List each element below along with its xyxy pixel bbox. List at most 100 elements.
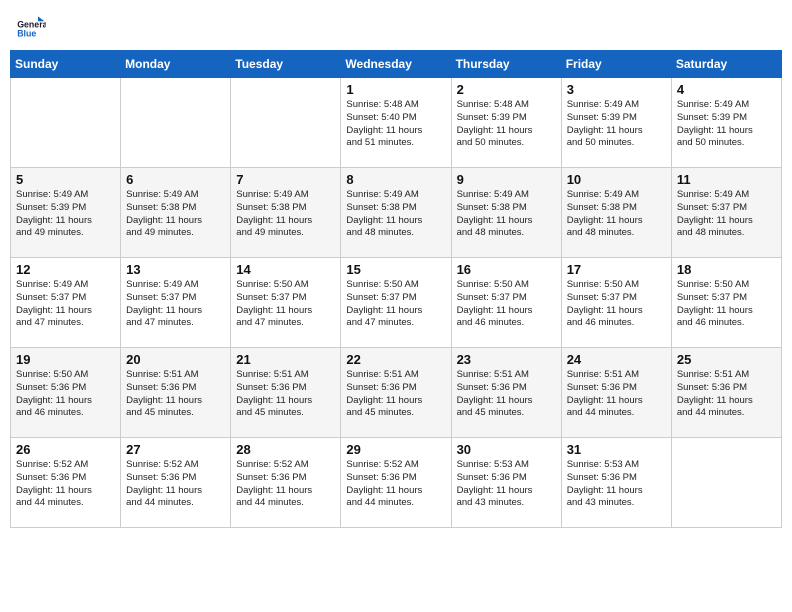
calendar-cell: 3 Sunrise: 5:49 AMSunset: 5:39 PMDaylight… bbox=[561, 78, 671, 168]
svg-text:Blue: Blue bbox=[17, 28, 36, 38]
day-info: Sunrise: 5:49 AMSunset: 5:39 PMDaylight:… bbox=[677, 99, 776, 150]
day-info: Sunrise: 5:49 AMSunset: 5:37 PMDaylight:… bbox=[677, 189, 776, 240]
day-info: Sunrise: 5:50 AMSunset: 5:37 PMDaylight:… bbox=[457, 279, 556, 330]
day-number: 28 bbox=[236, 442, 335, 457]
day-number: 26 bbox=[16, 442, 115, 457]
day-info: Sunrise: 5:50 AMSunset: 5:37 PMDaylight:… bbox=[346, 279, 445, 330]
day-number: 20 bbox=[126, 352, 225, 367]
day-number: 15 bbox=[346, 262, 445, 277]
calendar-cell: 23 Sunrise: 5:51 AMSunset: 5:36 PMDayligh… bbox=[451, 348, 561, 438]
calendar: SundayMondayTuesdayWednesdayThursdayFrid… bbox=[10, 50, 782, 528]
weekday-header: Wednesday bbox=[341, 51, 451, 78]
calendar-cell: 1 Sunrise: 5:48 AMSunset: 5:40 PMDaylight… bbox=[341, 78, 451, 168]
calendar-week-row: 26 Sunrise: 5:52 AMSunset: 5:36 PMDayligh… bbox=[11, 438, 782, 528]
day-info: Sunrise: 5:48 AMSunset: 5:40 PMDaylight:… bbox=[346, 99, 445, 150]
calendar-cell: 28 Sunrise: 5:52 AMSunset: 5:36 PMDayligh… bbox=[231, 438, 341, 528]
calendar-cell: 21 Sunrise: 5:51 AMSunset: 5:36 PMDayligh… bbox=[231, 348, 341, 438]
day-info: Sunrise: 5:51 AMSunset: 5:36 PMDaylight:… bbox=[236, 369, 335, 420]
calendar-cell: 30 Sunrise: 5:53 AMSunset: 5:36 PMDayligh… bbox=[451, 438, 561, 528]
day-number: 21 bbox=[236, 352, 335, 367]
day-info: Sunrise: 5:52 AMSunset: 5:36 PMDaylight:… bbox=[126, 459, 225, 510]
day-number: 22 bbox=[346, 352, 445, 367]
day-info: Sunrise: 5:53 AMSunset: 5:36 PMDaylight:… bbox=[567, 459, 666, 510]
day-number: 6 bbox=[126, 172, 225, 187]
day-info: Sunrise: 5:52 AMSunset: 5:36 PMDaylight:… bbox=[346, 459, 445, 510]
day-number: 30 bbox=[457, 442, 556, 457]
day-number: 31 bbox=[567, 442, 666, 457]
day-info: Sunrise: 5:49 AMSunset: 5:38 PMDaylight:… bbox=[457, 189, 556, 240]
day-info: Sunrise: 5:49 AMSunset: 5:38 PMDaylight:… bbox=[567, 189, 666, 240]
calendar-cell: 19 Sunrise: 5:50 AMSunset: 5:36 PMDayligh… bbox=[11, 348, 121, 438]
calendar-week-row: 5Sunrise: 5:49 AMSunset: 5:39 PMDaylight… bbox=[11, 168, 782, 258]
calendar-cell: 27 Sunrise: 5:52 AMSunset: 5:36 PMDayligh… bbox=[121, 438, 231, 528]
day-info: Sunrise: 5:52 AMSunset: 5:36 PMDaylight:… bbox=[236, 459, 335, 510]
day-number: 16 bbox=[457, 262, 556, 277]
weekday-header: Tuesday bbox=[231, 51, 341, 78]
calendar-cell bbox=[671, 438, 781, 528]
calendar-cell: 8Sunrise: 5:49 AMSunset: 5:38 PMDaylight… bbox=[341, 168, 451, 258]
day-info: Sunrise: 5:49 AMSunset: 5:38 PMDaylight:… bbox=[346, 189, 445, 240]
day-number: 3 bbox=[567, 82, 666, 97]
calendar-cell: 4 Sunrise: 5:49 AMSunset: 5:39 PMDaylight… bbox=[671, 78, 781, 168]
calendar-cell: 18 Sunrise: 5:50 AMSunset: 5:37 PMDayligh… bbox=[671, 258, 781, 348]
calendar-cell bbox=[121, 78, 231, 168]
day-info: Sunrise: 5:51 AMSunset: 5:36 PMDaylight:… bbox=[126, 369, 225, 420]
day-number: 1 bbox=[346, 82, 445, 97]
day-info: Sunrise: 5:49 AMSunset: 5:37 PMDaylight:… bbox=[126, 279, 225, 330]
calendar-cell: 29Sunrise: 5:52 AMSunset: 5:36 PMDayligh… bbox=[341, 438, 451, 528]
calendar-cell: 26Sunrise: 5:52 AMSunset: 5:36 PMDayligh… bbox=[11, 438, 121, 528]
day-number: 10 bbox=[567, 172, 666, 187]
weekday-header: Sunday bbox=[11, 51, 121, 78]
day-number: 9 bbox=[457, 172, 556, 187]
calendar-cell bbox=[11, 78, 121, 168]
calendar-cell: 20 Sunrise: 5:51 AMSunset: 5:36 PMDayligh… bbox=[121, 348, 231, 438]
day-number: 27 bbox=[126, 442, 225, 457]
calendar-cell: 2 Sunrise: 5:48 AMSunset: 5:39 PMDaylight… bbox=[451, 78, 561, 168]
calendar-cell bbox=[231, 78, 341, 168]
day-number: 2 bbox=[457, 82, 556, 97]
day-info: Sunrise: 5:50 AMSunset: 5:37 PMDaylight:… bbox=[236, 279, 335, 330]
weekday-header: Thursday bbox=[451, 51, 561, 78]
day-info: Sunrise: 5:51 AMSunset: 5:36 PMDaylight:… bbox=[346, 369, 445, 420]
day-info: Sunrise: 5:50 AMSunset: 5:37 PMDaylight:… bbox=[567, 279, 666, 330]
day-number: 11 bbox=[677, 172, 776, 187]
day-number: 7 bbox=[236, 172, 335, 187]
day-info: Sunrise: 5:49 AMSunset: 5:39 PMDaylight:… bbox=[567, 99, 666, 150]
weekday-header-row: SundayMondayTuesdayWednesdayThursdayFrid… bbox=[11, 51, 782, 78]
weekday-header: Friday bbox=[561, 51, 671, 78]
logo: General Blue bbox=[14, 10, 50, 42]
logo-icon: General Blue bbox=[14, 10, 46, 42]
day-info: Sunrise: 5:51 AMSunset: 5:36 PMDaylight:… bbox=[457, 369, 556, 420]
calendar-cell: 6 Sunrise: 5:49 AMSunset: 5:38 PMDaylight… bbox=[121, 168, 231, 258]
calendar-cell: 12Sunrise: 5:49 AMSunset: 5:37 PMDayligh… bbox=[11, 258, 121, 348]
calendar-cell: 14 Sunrise: 5:50 AMSunset: 5:37 PMDayligh… bbox=[231, 258, 341, 348]
calendar-cell: 31 Sunrise: 5:53 AMSunset: 5:36 PMDayligh… bbox=[561, 438, 671, 528]
day-number: 19 bbox=[16, 352, 115, 367]
calendar-cell: 24Sunrise: 5:51 AMSunset: 5:36 PMDayligh… bbox=[561, 348, 671, 438]
day-info: Sunrise: 5:50 AMSunset: 5:36 PMDaylight:… bbox=[16, 369, 115, 420]
day-number: 18 bbox=[677, 262, 776, 277]
calendar-cell: 22 Sunrise: 5:51 AMSunset: 5:36 PMDayligh… bbox=[341, 348, 451, 438]
day-info: Sunrise: 5:49 AMSunset: 5:39 PMDaylight:… bbox=[16, 189, 115, 240]
calendar-cell: 10 Sunrise: 5:49 AMSunset: 5:38 PMDayligh… bbox=[561, 168, 671, 258]
day-number: 4 bbox=[677, 82, 776, 97]
day-info: Sunrise: 5:49 AMSunset: 5:38 PMDaylight:… bbox=[126, 189, 225, 240]
day-info: Sunrise: 5:49 AMSunset: 5:38 PMDaylight:… bbox=[236, 189, 335, 240]
day-info: Sunrise: 5:49 AMSunset: 5:37 PMDaylight:… bbox=[16, 279, 115, 330]
calendar-week-row: 12Sunrise: 5:49 AMSunset: 5:37 PMDayligh… bbox=[11, 258, 782, 348]
day-number: 23 bbox=[457, 352, 556, 367]
calendar-cell: 17 Sunrise: 5:50 AMSunset: 5:37 PMDayligh… bbox=[561, 258, 671, 348]
weekday-header: Monday bbox=[121, 51, 231, 78]
page-header: General Blue bbox=[10, 10, 782, 42]
day-info: Sunrise: 5:50 AMSunset: 5:37 PMDaylight:… bbox=[677, 279, 776, 330]
calendar-week-row: 1 Sunrise: 5:48 AMSunset: 5:40 PMDaylight… bbox=[11, 78, 782, 168]
day-number: 25 bbox=[677, 352, 776, 367]
calendar-cell: 5Sunrise: 5:49 AMSunset: 5:39 PMDaylight… bbox=[11, 168, 121, 258]
day-info: Sunrise: 5:48 AMSunset: 5:39 PMDaylight:… bbox=[457, 99, 556, 150]
day-number: 14 bbox=[236, 262, 335, 277]
day-info: Sunrise: 5:51 AMSunset: 5:36 PMDaylight:… bbox=[677, 369, 776, 420]
day-number: 17 bbox=[567, 262, 666, 277]
day-info: Sunrise: 5:51 AMSunset: 5:36 PMDaylight:… bbox=[567, 369, 666, 420]
day-number: 13 bbox=[126, 262, 225, 277]
day-info: Sunrise: 5:53 AMSunset: 5:36 PMDaylight:… bbox=[457, 459, 556, 510]
